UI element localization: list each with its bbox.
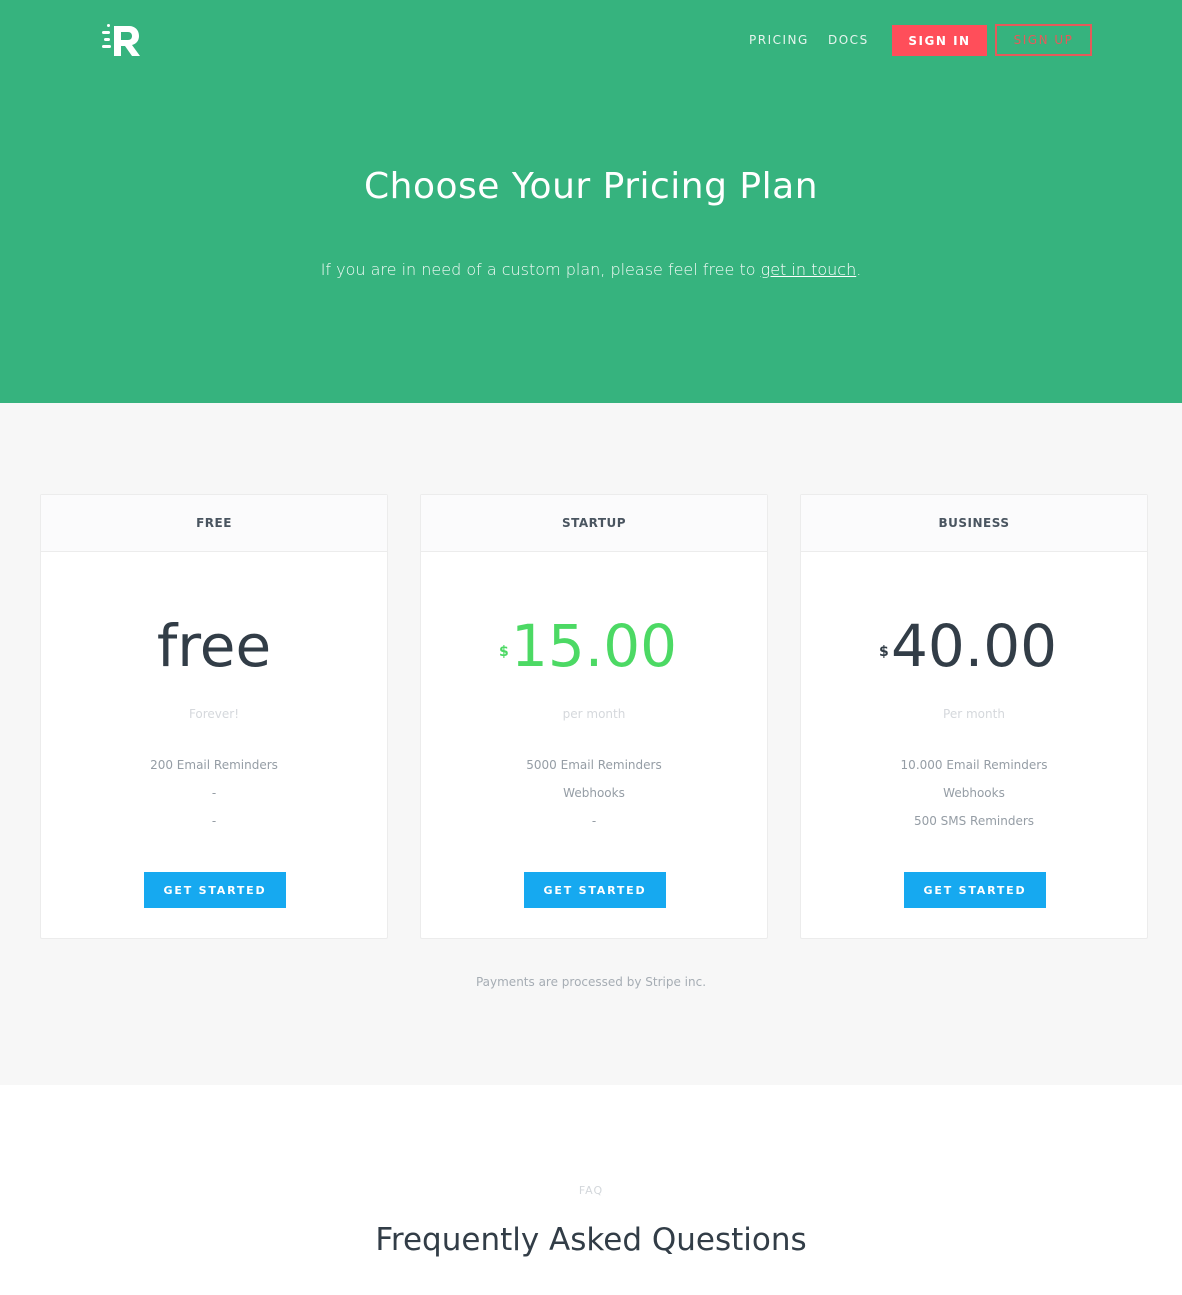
hero-subtitle: If you are in need of a custom plan, ple… (0, 260, 1182, 279)
plan-card-business: BUSINESS $40.00 Per month 10.000 Email R… (800, 494, 1148, 939)
faq-title: Frequently Asked Questions (375, 1222, 807, 1258)
plan-feature: - (591, 814, 597, 828)
get-started-button-startup[interactable]: GET STARTED (524, 872, 666, 908)
nav-pricing-link[interactable]: PRICING (749, 33, 809, 47)
nav-docs-link[interactable]: DOCS (828, 33, 869, 47)
hero-section: PRICING DOCS SIGN IN SIGN UP Choose Your… (0, 0, 1182, 403)
hero-subtitle-text: If you are in need of a custom plan, ple… (320, 260, 761, 279)
plan-features: 5000 Email Reminders Webhooks - (421, 751, 767, 835)
plan-feature: Webhooks (563, 786, 625, 800)
plan-price: $40.00 (879, 612, 1058, 680)
plan-period: Forever! (188, 707, 240, 721)
price-value: 40.00 (890, 612, 1058, 680)
plan-feature: 500 SMS Reminders (913, 814, 1035, 828)
plan-name: FREE (41, 495, 387, 552)
plan-features: 10.000 Email Reminders Webhooks 500 SMS … (801, 751, 1147, 835)
plan-feature: 10.000 Email Reminders (900, 758, 1048, 772)
plan-name: BUSINESS (801, 495, 1147, 552)
page-title: Choose Your Pricing Plan (363, 166, 819, 207)
plan-feature: Webhooks (943, 786, 1005, 800)
sign-up-button[interactable]: SIGN UP (995, 24, 1092, 56)
get-in-touch-link[interactable]: get in touch (761, 260, 857, 279)
currency-symbol: $ (878, 644, 889, 660)
pricing-section: FREE free Forever! 200 Email Reminders -… (0, 403, 1182, 1085)
plan-price: free (157, 615, 271, 677)
get-started-button-free[interactable]: GET STARTED (144, 872, 286, 908)
hero-subtitle-end: . (856, 260, 862, 279)
price-wrap: $15.00 (421, 615, 767, 677)
payments-note: Payments are processed by Stripe inc. (475, 975, 707, 989)
plan-period: per month (562, 707, 626, 721)
plan-name: STARTUP (421, 495, 767, 552)
price-wrap: $40.00 (801, 615, 1147, 677)
plan-period: Per month (943, 707, 1005, 721)
currency-symbol: $ (498, 644, 509, 660)
get-started-button-business[interactable]: GET STARTED (904, 872, 1046, 908)
price-value: free (156, 612, 272, 680)
price-wrap: free (41, 615, 387, 677)
plan-feature: - (211, 786, 217, 800)
plan-feature: 200 Email Reminders (150, 758, 278, 772)
plan-card-free: FREE free Forever! 200 Email Reminders -… (40, 494, 388, 939)
plan-price: $15.00 (499, 612, 678, 680)
plan-features: 200 Email Reminders - - (41, 751, 387, 835)
top-nav: PRICING DOCS SIGN IN SIGN UP (0, 24, 1182, 56)
faq-label: FAQ (578, 1184, 604, 1197)
plan-feature: 5000 Email Reminders (526, 758, 662, 772)
price-value: 15.00 (510, 612, 678, 680)
sign-in-button[interactable]: SIGN IN (892, 25, 987, 56)
plan-card-startup: STARTUP $15.00 per month 5000 Email Remi… (420, 494, 768, 939)
plan-feature: - (211, 814, 217, 828)
